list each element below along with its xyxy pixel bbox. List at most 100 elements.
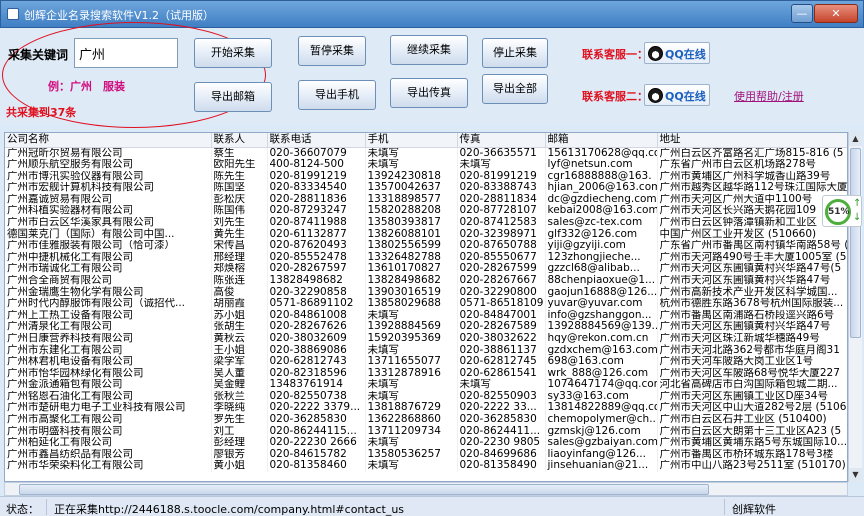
table-cell: 020-2222 33... bbox=[457, 402, 546, 414]
table-cell: hqy@rekon.com.cn bbox=[545, 332, 658, 345]
column-header[interactable]: 传真 bbox=[457, 133, 546, 148]
table-row[interactable]: 广州铭恩石油化工有限公司 张秋兰 020-82550738 未填写 020-825509… bbox=[5, 390, 847, 403]
table-row[interactable]: 广州中捷机械化工有限公司 邢经理 020-85552478 13326482788 02… bbox=[5, 251, 847, 264]
column-header[interactable]: 手机 bbox=[365, 133, 458, 148]
table-row[interactable]: 广州市宏舰计算机科技有限公司 陈国坚 020-83334540 13570042637… bbox=[5, 182, 847, 194]
table-cell: 13580536257 bbox=[365, 448, 458, 461]
table-row[interactable]: 广州市怡华园林绿化有限公司 吴人董 020-82318596 13312878916 0… bbox=[5, 367, 847, 380]
table-cell: 广州上工热工设备有限公司 bbox=[5, 309, 212, 322]
table-cell: 宋传昌 bbox=[211, 240, 268, 252]
stop-button[interactable]: 停止采集 bbox=[482, 38, 548, 68]
table-cell: 未填写 bbox=[365, 379, 458, 391]
table-cell: liaoyinfang@126... bbox=[545, 448, 658, 461]
results-grid[interactable]: 公司名称 联系人 联系电话 手机 传真 邮箱 地址 广州冠昕尔贸易有限公司 蔡生 020-366… bbox=[4, 132, 848, 482]
table-cell: 广州市高新技术产业开发区科学城国... bbox=[657, 286, 847, 299]
table-cell: 广州市鑫昌纺织品有限公司 bbox=[5, 448, 212, 461]
table-row[interactable]: 广州清泉化工有限公司 张胡生 020-28267626 13928884569 020-… bbox=[5, 321, 847, 333]
table-row[interactable]: 广州市白云区华溪家具有限公司 刘先生 020-87411988 13580393817… bbox=[5, 216, 847, 229]
scroll-up-arrow-icon[interactable]: ▲ bbox=[849, 132, 862, 146]
table-row[interactable]: 广州科植实验器材有限公司 陈国伟 020-87293247 15820288208 02… bbox=[5, 205, 847, 217]
keyword-input[interactable] bbox=[74, 38, 178, 68]
table-row[interactable]: 广州市高聚化工有限公司 罗先生 020-36285830 13622868860 020… bbox=[5, 413, 847, 426]
qq-online-button-2[interactable]: QQ在线 bbox=[644, 84, 710, 106]
minimize-button[interactable]: — bbox=[791, 4, 813, 23]
table-row[interactable]: 广州金瑞鹰生物化学有限公司 高俊 020-32290858 13903016519 02… bbox=[5, 286, 847, 299]
table-cell: 020-81991219 bbox=[457, 170, 546, 183]
table-row[interactable]: 广州合全商贸有限公司 陈张连 13828498682 13828498682 020-2… bbox=[5, 274, 847, 287]
export-mobile-button[interactable]: 导出手机 bbox=[298, 80, 376, 110]
column-header[interactable]: 公司名称 bbox=[5, 133, 212, 148]
table-row[interactable]: 广州市明盛科技有限公司 刘工 020-86244115... 13711209734 0… bbox=[5, 425, 847, 438]
table-row[interactable]: 广州日康营养科技有限公司 黄秋云 020-38032609 15920395369 02… bbox=[5, 332, 847, 345]
table-cell: 陈国伟 bbox=[211, 205, 268, 217]
table-cell: 陈张连 bbox=[211, 274, 268, 287]
table-row[interactable]: 广州金派通箱包有限公司 吴金鲤 13483761914 未填写 未填写 107464717… bbox=[5, 379, 847, 391]
table-cell: 广州顺乐航空服务有限公司 bbox=[5, 158, 212, 171]
table-row[interactable]: 广州市鑫昌纺织品有限公司 廖银芳 020-84615782 13580536257 02… bbox=[5, 448, 847, 461]
table-cell: 广州市中山八路23号2511室 (510170) bbox=[657, 460, 847, 472]
table-row[interactable]: 广州市楚研电力电子工业科技有限公司 李晓纯 020-2222 3379... 1381… bbox=[5, 402, 847, 414]
table-cell: 020-36285830 bbox=[457, 413, 546, 426]
qq-online-button-1[interactable]: QQ在线 bbox=[644, 42, 710, 64]
help-register-link[interactable]: 使用帮助/注册 bbox=[734, 88, 804, 104]
table-cell: 广州市天河区车陂路68号悦华大厦227 bbox=[657, 367, 847, 380]
table-cell: sy33@163.com bbox=[545, 390, 658, 403]
table-cell: 广州市瑞诚化工有限公司 bbox=[5, 263, 212, 275]
pause-button[interactable]: 暂停采集 bbox=[298, 36, 366, 66]
table-cell: 020-85552478 bbox=[267, 251, 366, 264]
progress-widget[interactable]: 51% ↑ ↓ bbox=[822, 195, 862, 227]
table-row[interactable]: 广州嘉诚贸易有限公司 彭松庆 020-28811836 13318898577 020-… bbox=[5, 193, 847, 206]
table-row[interactable]: 广州上工热工设备有限公司 苏小姐 020-84861008 未填写 020-848470… bbox=[5, 309, 847, 322]
column-header[interactable]: 地址 bbox=[657, 133, 847, 148]
scroll-down-arrow-icon[interactable]: ▼ bbox=[849, 468, 862, 482]
close-button[interactable]: ✕ bbox=[814, 4, 858, 23]
table-cell: 020-87293247 bbox=[267, 205, 366, 217]
resume-button[interactable]: 继续采集 bbox=[390, 35, 468, 65]
table-cell: 400-8124-500 bbox=[267, 158, 366, 171]
export-fax-button[interactable]: 导出传真 bbox=[390, 78, 468, 108]
table-cell: 广州市华荣染料化工有限公司 bbox=[5, 460, 212, 472]
table-cell: 广州冠昕尔贸易有限公司 bbox=[5, 147, 212, 159]
table-cell: 未填写 bbox=[365, 147, 458, 159]
table-cell: 彭经理 bbox=[211, 437, 268, 449]
horizontal-scroll-thumb[interactable] bbox=[19, 484, 709, 495]
table-row[interactable]: 广州市佳雅服装有限公司（恰可漆） 宋传昌 020-87620493 138025565… bbox=[5, 240, 847, 252]
table-cell: 广州林君机电设备有限公司 bbox=[5, 356, 212, 368]
export-all-button[interactable]: 导出全部 bbox=[482, 74, 548, 104]
table-cell: 广州市天河区东圃镇工业区D座34号 bbox=[657, 390, 847, 403]
qq-online-label: QQ在线 bbox=[665, 48, 706, 61]
horizontal-scrollbar[interactable] bbox=[4, 482, 848, 496]
table-cell: 13483761914 bbox=[267, 379, 366, 391]
table-cell: 13928884569@139... bbox=[545, 321, 658, 333]
table-cell: 广州市楚研电力电子工业科技有限公司 bbox=[5, 402, 212, 414]
table-row[interactable]: 广州顺乐航空服务有限公司 欧阳先生 400-8124-500 未填写 未填写 lyf@ne… bbox=[5, 158, 847, 171]
upload-arrow-icon: ↑ bbox=[853, 198, 862, 209]
table-row[interactable]: 广州市华荣染料化工有限公司 黄小姐 020-81358460 未填写 020-81358… bbox=[5, 460, 847, 472]
vertical-scroll-thumb[interactable] bbox=[850, 148, 861, 338]
table-cell: 13711655077 bbox=[365, 356, 458, 368]
column-header[interactable]: 邮箱 bbox=[545, 133, 658, 148]
table-row[interactable]: 广州冠昕尔贸易有限公司 蔡生 020-36607079 未填写 020-36635571… bbox=[5, 147, 847, 159]
vertical-scrollbar[interactable]: ▲ ▼ bbox=[848, 132, 862, 482]
table-cell: 020-84861008 bbox=[267, 309, 366, 322]
export-email-button[interactable]: 导出邮箱 bbox=[194, 82, 272, 112]
table-row[interactable]: 广州市东建化工有限公司 王小姐 020-38869086 未填写 020-3886113… bbox=[5, 344, 847, 356]
table-cell: 020-28267626 bbox=[267, 321, 366, 333]
table-cell: 020-82318596 bbox=[267, 367, 366, 380]
column-header[interactable]: 联系人 bbox=[211, 133, 268, 148]
table-cell: 020-38032622 bbox=[457, 332, 546, 345]
table-row[interactable]: 广州林君机电设备有限公司 梁学军 020-62812743 13711655077 02… bbox=[5, 356, 847, 368]
column-header[interactable]: 联系电话 bbox=[267, 133, 366, 148]
table-row[interactable]: 广州时代内醇服饰有限公司（诚招代... 胡丽霞 0571-86891102 13858… bbox=[5, 298, 847, 310]
table-row[interactable]: 广州市瑞诚化工有限公司 郑焕榕 020-28267597 13610170827 020… bbox=[5, 263, 847, 275]
table-row[interactable]: 广州柏延化工有限公司 彭经理 020-22230 2666 未填写 020-2230 9… bbox=[5, 437, 847, 449]
table-cell: 020-82550903 bbox=[457, 390, 546, 403]
table-cell: kebai2008@163.com bbox=[545, 205, 658, 217]
table-row[interactable]: 德国莱克门（国际）有限公司中国... 黄先生 020-61132877 1382608… bbox=[5, 228, 847, 241]
start-button[interactable]: 开始采集 bbox=[194, 38, 272, 68]
table-cell: 020-81991219 bbox=[267, 170, 366, 183]
table-cell: 广州市博汛实验仪器有限公司 bbox=[5, 170, 212, 183]
table-cell: 广州清泉化工有限公司 bbox=[5, 321, 212, 333]
table-cell: 020-22230 2666 bbox=[267, 437, 366, 449]
table-row[interactable]: 广州市博汛实验仪器有限公司 陈先生 020-81991219 13924230818 0… bbox=[5, 170, 847, 183]
